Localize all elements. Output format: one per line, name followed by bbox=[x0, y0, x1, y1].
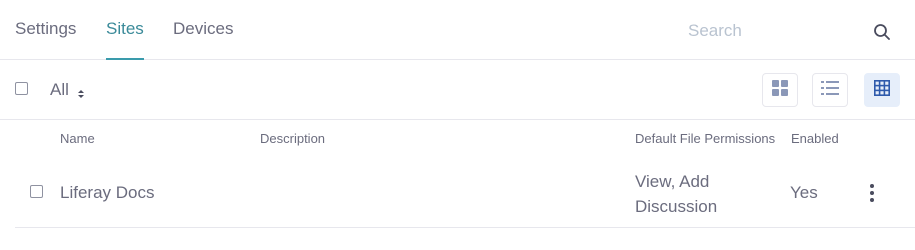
row-checkbox[interactable] bbox=[30, 185, 43, 198]
view-cards-button[interactable] bbox=[762, 73, 798, 107]
management-toolbar: All bbox=[0, 60, 915, 120]
top-navigation: Settings Sites Devices bbox=[0, 0, 915, 60]
list-icon bbox=[821, 80, 839, 101]
tab-devices[interactable]: Devices bbox=[173, 19, 233, 60]
view-table-button[interactable] bbox=[864, 73, 900, 107]
view-list-button[interactable] bbox=[812, 73, 848, 107]
site-enabled: Yes bbox=[790, 183, 818, 202]
select-all-checkbox[interactable] bbox=[15, 82, 28, 95]
column-header-description: Description bbox=[260, 131, 326, 146]
row-actions-kebab-icon[interactable] bbox=[864, 182, 880, 204]
search-icon[interactable] bbox=[872, 22, 892, 42]
table-icon bbox=[874, 79, 890, 101]
tab-settings[interactable]: Settings bbox=[15, 19, 76, 60]
site-name[interactable]: Liferay Docs bbox=[60, 183, 154, 203]
filter-dropdown[interactable]: All bbox=[50, 80, 85, 100]
tab-sites[interactable]: Sites bbox=[106, 19, 144, 60]
column-header-name: Name bbox=[60, 131, 95, 146]
site-permissions: View, Add Discussion bbox=[635, 172, 718, 216]
table-row: Liferay Docs View, Add Discussion Yes bbox=[15, 158, 915, 228]
search-input[interactable] bbox=[680, 16, 860, 46]
caret-double-icon bbox=[77, 85, 85, 98]
filter-label: All bbox=[50, 80, 69, 99]
column-header-enabled: Enabled bbox=[791, 131, 839, 146]
grid-icon bbox=[772, 79, 788, 101]
column-header-default-file-permissions: Default File Permissions bbox=[635, 131, 776, 146]
